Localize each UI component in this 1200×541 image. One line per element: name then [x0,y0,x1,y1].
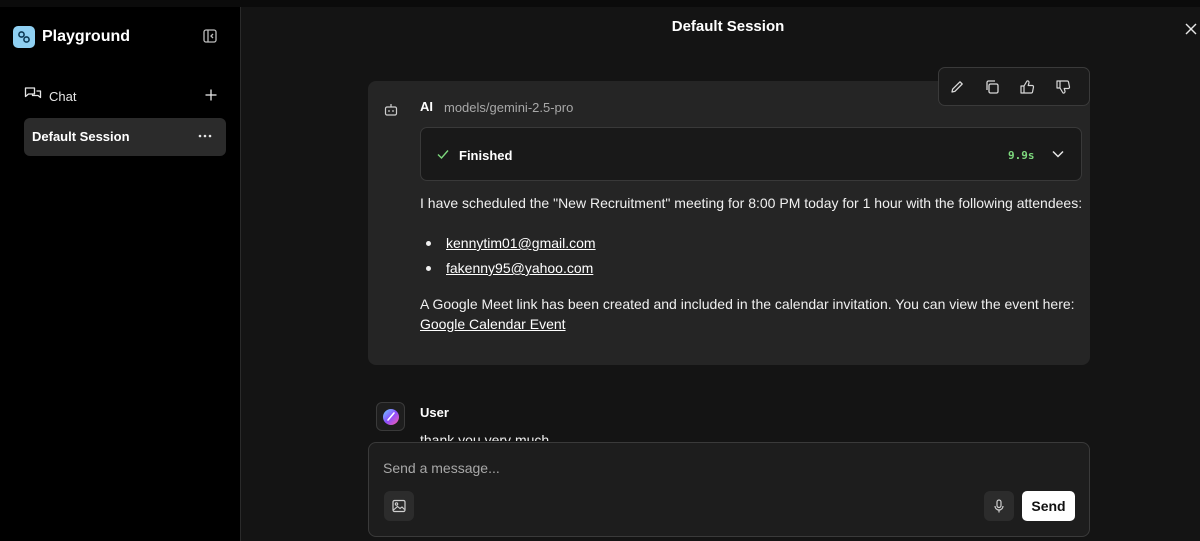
session-label: Default Session [32,129,130,144]
ai-paragraph: A Google Meet link has been created and … [420,294,1085,334]
bot-icon [384,103,398,117]
sidebar-toggle-icon[interactable] [202,28,218,44]
sidebar: Playground Chat Default Session [0,7,241,541]
attendee-link[interactable]: fakenny95@yahoo.com [446,260,593,276]
page-title: Default Session [671,18,785,35]
message-actions [938,67,1090,106]
thumbs-up-icon[interactable] [1019,77,1037,97]
status-duration: 9.9s [1008,149,1035,162]
ai-paragraph-text: A Google Meet link has been created and … [420,296,1075,312]
attendee-list: kennytim01@gmail.com fakenny95@yahoo.com [420,233,1085,283]
image-upload-icon[interactable] [384,491,414,521]
ai-message-body: I have scheduled the "New Recruitment" m… [420,193,1085,334]
message-composer: Send [368,442,1090,537]
window-top-strip [0,0,1200,7]
list-item: kennytim01@gmail.com [420,233,1085,258]
thumbs-down-icon[interactable] [1054,77,1072,97]
close-icon[interactable] [1184,22,1198,36]
ai-sender-name: AI [420,99,433,114]
brand: Playground [13,26,130,48]
edit-pencil-icon[interactable] [948,77,966,97]
ai-model-name: models/gemini-2.5-pro [444,100,574,115]
main-panel: Default Session AI models/gemini-2.5-pro [242,7,1200,541]
chat-bubbles-icon [24,86,42,107]
message-input[interactable] [383,457,1063,479]
chevron-down-icon[interactable] [1051,147,1065,161]
send-button[interactable]: Send [1022,491,1075,521]
copy-icon[interactable] [983,77,1001,97]
sidebar-session-default[interactable]: Default Session [24,118,226,156]
list-item: fakenny95@yahoo.com [420,258,1085,283]
user-message-text: thank you very much [420,432,550,441]
calendar-event-link[interactable]: Google Calendar Event [420,316,566,332]
attendee-link[interactable]: kennytim01@gmail.com [446,235,596,251]
playground-logo-icon [13,26,35,48]
app-title: Playground [42,28,131,45]
more-options-icon[interactable] [195,126,215,146]
sidebar-item-chat[interactable]: Chat [24,86,218,107]
chat-label: Chat [49,88,77,104]
tool-status-panel[interactable]: Finished 9.9s [420,127,1082,181]
new-chat-plus-icon[interactable] [204,88,218,102]
ai-paragraph: I have scheduled the "New Recruitment" m… [420,195,1083,211]
user-sender-name: User [420,405,449,420]
avatar [376,402,405,431]
microphone-icon[interactable] [984,491,1014,521]
ai-message: AI models/gemini-2.5-pro Finished 9.9s I… [368,81,1090,365]
check-icon [436,147,450,161]
status-label: Finished [459,148,513,163]
